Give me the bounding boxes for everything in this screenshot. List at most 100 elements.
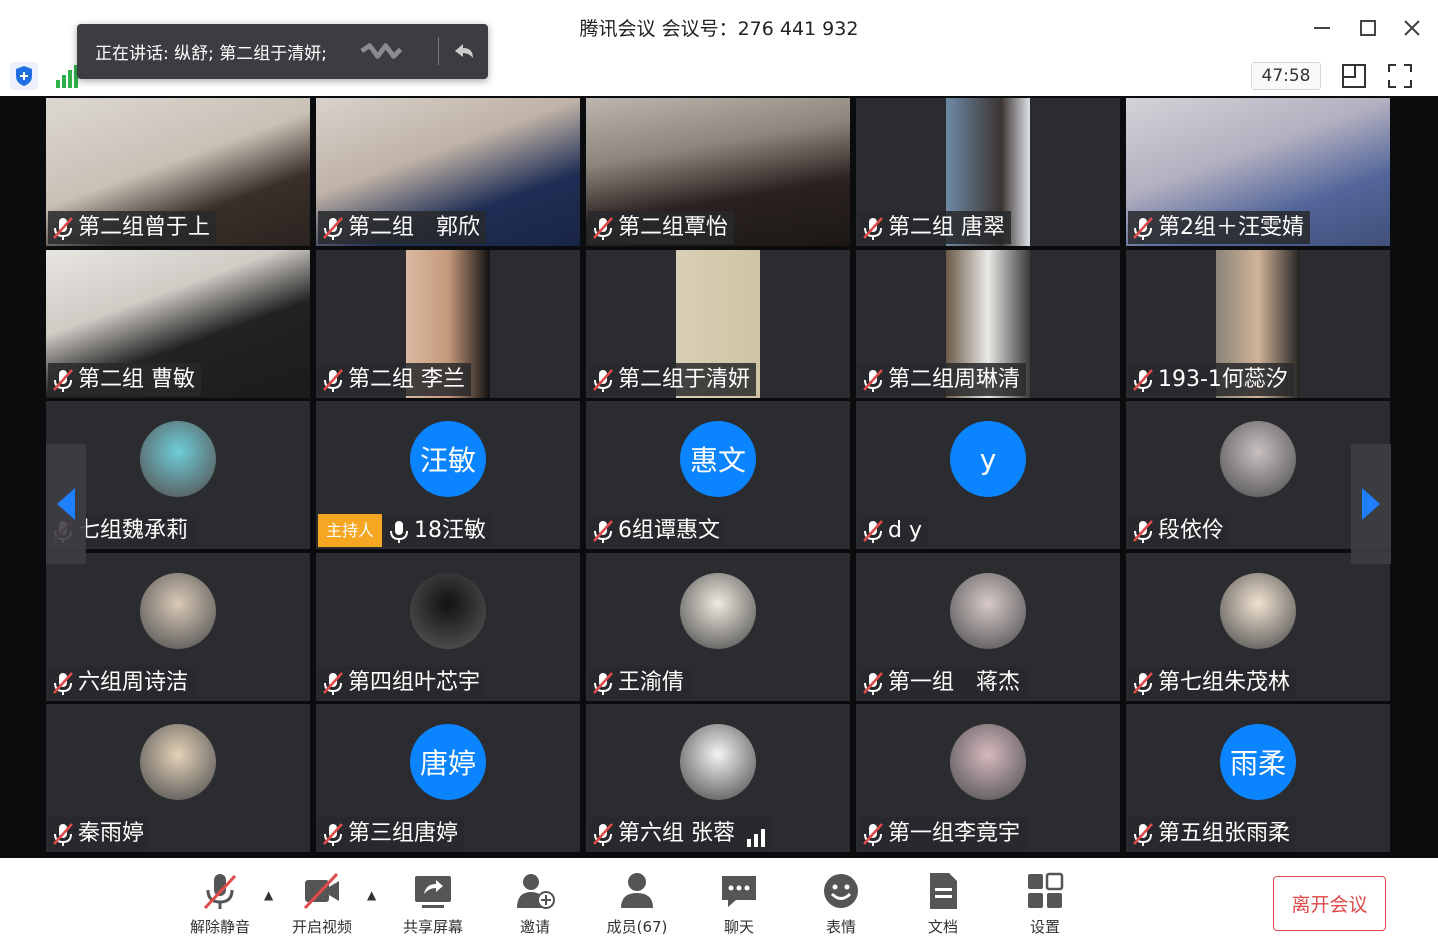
mic-muted-icon xyxy=(592,519,614,543)
participant-name: 第一组 蒋杰 xyxy=(888,670,1021,695)
participant-tile[interactable]: 第二组于清妍 xyxy=(586,250,850,398)
participant-name-label: 第五组张雨柔 xyxy=(1128,817,1297,850)
participant-tile[interactable]: 第2组＋汪雯婧 xyxy=(1126,98,1390,246)
leave-meeting-button[interactable]: 离开会议 xyxy=(1273,876,1386,931)
participant-tile[interactable]: 六组周诗洁 xyxy=(46,553,310,701)
chat-button[interactable]: 聊天 xyxy=(696,870,782,940)
invite-button[interactable]: 邀请 xyxy=(492,870,578,940)
participant-name: 第五组张雨柔 xyxy=(1158,821,1291,846)
participant-name: 第六组 张蓉 xyxy=(618,821,735,846)
participant-avatar xyxy=(680,724,756,800)
settings-label: 设置 xyxy=(1029,918,1060,936)
participant-tile[interactable]: 秦雨婷 xyxy=(46,704,310,852)
participant-name-label: 第二组 唐翠 xyxy=(858,211,1011,244)
participant-tile[interactable]: 第二组 郭欣 xyxy=(316,98,580,246)
next-page-arrow-icon[interactable] xyxy=(1351,444,1391,564)
participant-avatar xyxy=(140,421,216,497)
participant-avatar xyxy=(1220,573,1296,649)
participant-tile[interactable]: 第二组曾于上 xyxy=(46,98,310,246)
video-grid: 第二组曾于上 第二组 郭欣 第二组覃怡 第二组 唐翠 第2组＋汪雯婧第二组 曹敏 第二组 … xyxy=(0,96,1438,858)
audio-options-caret-icon[interactable]: ▲ xyxy=(264,888,278,902)
participant-tile[interactable]: 唐婷 第三组唐婷 xyxy=(316,704,580,852)
docs-button[interactable]: 文档 xyxy=(900,870,986,940)
mic-muted-icon xyxy=(52,671,74,695)
share-screen-button[interactable]: 共享屏幕 xyxy=(390,870,476,940)
start-video-button[interactable]: 开启视频 xyxy=(279,870,365,940)
participant-name-label: d y xyxy=(858,514,928,547)
close-button[interactable] xyxy=(1390,10,1434,46)
participant-name-label: 第二组于清妍 xyxy=(588,363,757,396)
participant-tile[interactable]: 汪敏 主持人 18汪敏 xyxy=(316,401,580,549)
mic-muted-icon xyxy=(1132,671,1154,695)
participant-name: d y xyxy=(888,518,922,543)
participant-name: 段依伶 xyxy=(1158,518,1225,543)
previous-page-arrow-icon[interactable] xyxy=(46,444,86,564)
participant-tile[interactable]: 193-1何蕊汐 xyxy=(1126,250,1390,398)
video-options-caret-icon[interactable]: ▲ xyxy=(367,888,381,902)
mic-muted-icon xyxy=(199,870,241,912)
members-icon xyxy=(616,870,658,912)
participant-avatar xyxy=(1220,421,1296,497)
participant-tile[interactable]: 第二组 唐翠 xyxy=(856,98,1120,246)
mic-on-icon xyxy=(388,519,410,543)
participant-tile[interactable]: 第七组朱茂林 xyxy=(1126,553,1390,701)
members-button[interactable]: 成员(67) xyxy=(594,870,680,940)
participant-name-label: 第七组朱茂林 xyxy=(1128,666,1297,699)
chat-icon xyxy=(718,870,760,912)
participant-name-label: 第二组周琳清 xyxy=(858,363,1027,396)
participant-tile[interactable]: 第四组叶芯宇 xyxy=(316,553,580,701)
participant-tile[interactable]: 第一组 蒋杰 xyxy=(856,553,1120,701)
settings-grid-icon xyxy=(1024,870,1066,912)
participant-name: 第2组＋汪雯婧 xyxy=(1158,215,1304,240)
unmute-button[interactable]: 解除静音 xyxy=(177,870,263,940)
reactions-label: 表情 xyxy=(825,918,856,936)
mic-muted-icon xyxy=(862,671,884,695)
maximize-button[interactable] xyxy=(1346,10,1390,46)
fullscreen-icon[interactable] xyxy=(1386,62,1414,90)
participant-tile[interactable]: 第二组覃怡 xyxy=(586,98,850,246)
participant-name-label: 第六组 张蓉 xyxy=(588,817,773,850)
participant-tile[interactable]: 王渝倩 xyxy=(586,553,850,701)
reactions-button[interactable]: 表情 xyxy=(798,870,884,940)
participant-name-label: 王渝倩 xyxy=(588,666,691,699)
mic-muted-icon xyxy=(592,822,614,846)
participant-name: 第三组唐婷 xyxy=(348,821,459,846)
collapse-icon[interactable] xyxy=(449,36,479,66)
security-shield-icon[interactable] xyxy=(10,62,38,90)
participant-tile[interactable]: 第二组周琳清 xyxy=(856,250,1120,398)
participant-avatar: 惠文 xyxy=(680,421,756,497)
participant-name: 第二组于清妍 xyxy=(618,367,751,392)
smiley-icon xyxy=(820,870,862,912)
participant-name: 第二组 曹敏 xyxy=(78,367,195,392)
participant-tile[interactable]: 惠文 6组谭惠文 xyxy=(586,401,850,549)
participant-tile[interactable]: 第二组 李兰 xyxy=(316,250,580,398)
participant-tile[interactable]: 第六组 张蓉 xyxy=(586,704,850,852)
participant-avatar xyxy=(410,573,486,649)
participant-name-label: 第2组＋汪雯婧 xyxy=(1128,211,1310,244)
participant-avatar xyxy=(140,724,216,800)
mic-muted-icon xyxy=(322,368,344,392)
participant-name-label: 第二组 郭欣 xyxy=(318,211,487,244)
document-icon xyxy=(922,870,964,912)
participant-name-label: 6组谭惠文 xyxy=(588,514,726,547)
unmute-label: 解除静音 xyxy=(189,918,250,936)
participant-name-label: 六组周诗洁 xyxy=(48,666,195,699)
participant-tile[interactable]: y d y xyxy=(856,401,1120,549)
docs-label: 文档 xyxy=(927,918,958,936)
speaking-wave-icon xyxy=(360,43,403,59)
bottom-toolbar: 解除静音 ▲ 开启视频 ▲ 共享屏幕 邀请 成员(67) 聊天 表情 文档 设置… xyxy=(0,858,1438,943)
participant-tile[interactable]: 第一组李竟宇 xyxy=(856,704,1120,852)
minimize-icon xyxy=(1314,27,1330,29)
participant-tile[interactable]: 雨柔 第五组张雨柔 xyxy=(1126,704,1390,852)
mic-muted-icon xyxy=(862,216,884,240)
participant-tile[interactable]: 第二组 曹敏 xyxy=(46,250,310,398)
participant-name-label: 第二组 李兰 xyxy=(318,363,471,396)
layout-icon[interactable] xyxy=(1340,62,1368,90)
camera-off-icon xyxy=(301,870,343,912)
participant-name: 第二组曾于上 xyxy=(78,215,211,240)
weak-signal-icon xyxy=(745,824,767,847)
mic-muted-icon xyxy=(322,822,344,846)
settings-button[interactable]: 设置 xyxy=(1002,870,1088,940)
participant-name: 第一组李竟宇 xyxy=(888,821,1021,846)
minimize-button[interactable] xyxy=(1300,10,1344,46)
